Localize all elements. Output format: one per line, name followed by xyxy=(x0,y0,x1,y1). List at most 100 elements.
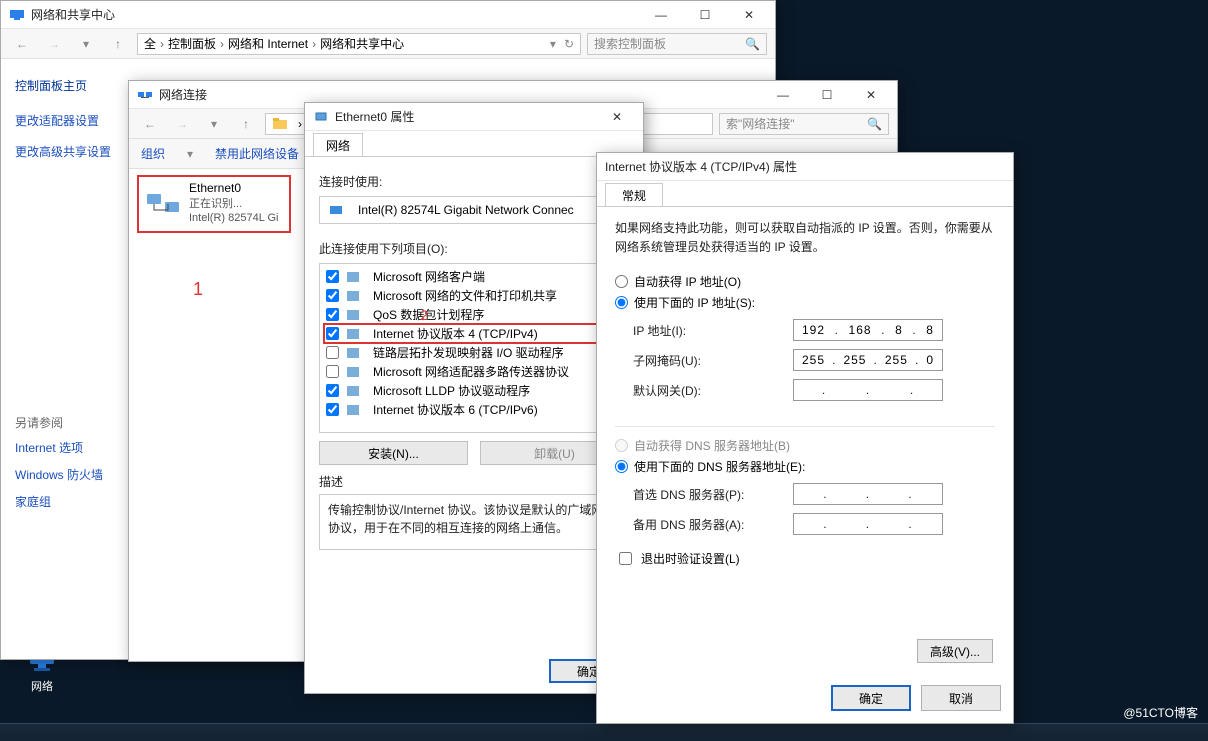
winB-forward-button[interactable]: → xyxy=(169,112,195,136)
winB-search-placeholder: 索"网络连接" xyxy=(726,115,795,132)
description-text: 传输控制协议/Internet 协议。该协议是默认的广域网络协议，用于在不同的相… xyxy=(319,494,629,550)
forward-button[interactable]: → xyxy=(41,32,67,56)
breadcrumb-a[interactable]: 控制面板 xyxy=(168,35,216,52)
component-checkbox[interactable] xyxy=(326,289,339,302)
radio-manual-ip[interactable]: 使用下面的 IP 地址(S): xyxy=(615,294,995,311)
toolbar-organize[interactable]: 组织 xyxy=(141,145,165,162)
winB-maximize-button[interactable]: ☐ xyxy=(805,81,849,109)
dns1-input[interactable]: . . . xyxy=(793,483,943,505)
component-checkbox[interactable] xyxy=(326,384,339,397)
annotation-1: 1 xyxy=(193,279,203,300)
label-dns2: 备用 DNS 服务器(A): xyxy=(633,516,793,533)
winD-title: Internet 协议版本 4 (TCP/IPv4) 属性 xyxy=(605,158,1009,175)
winA-maximize-button[interactable]: ☐ xyxy=(683,1,727,29)
sidebar-header: 控制面板主页 xyxy=(15,77,115,94)
search-control-panel-input[interactable]: 搜索控制面板 🔍 xyxy=(587,33,767,55)
ethernet-icon xyxy=(313,109,329,125)
winB-back-button[interactable]: ← xyxy=(137,112,163,136)
radio-auto-ip-label: 自动获得 IP 地址(O) xyxy=(634,273,741,290)
description-header: 描述 xyxy=(319,473,629,490)
nic-icon xyxy=(328,202,344,218)
protocol-icon xyxy=(345,288,361,304)
component-checkbox[interactable] xyxy=(326,327,339,340)
component-list[interactable]: Microsoft 网络客户端Microsoft 网络的文件和打印机共享QoS … xyxy=(319,263,629,433)
winB-close-button[interactable]: ✕ xyxy=(849,81,893,109)
ip-input[interactable]: 192. 168. 8. 8 xyxy=(793,319,943,341)
network-center-icon xyxy=(9,7,25,23)
install-button[interactable]: 安装(N)... xyxy=(319,441,468,465)
breadcrumb-root[interactable]: 全 xyxy=(144,35,156,52)
up-dir-button[interactable]: ↑ xyxy=(105,32,131,56)
winB-minimize-button[interactable]: ― xyxy=(761,81,805,109)
component-row[interactable]: Microsoft LLDP 协议驱动程序 xyxy=(324,381,624,400)
adapter-ethernet0[interactable]: Ethernet0 正在识别... Intel(R) 82574L Gi xyxy=(137,175,291,233)
protocol-icon xyxy=(345,364,361,380)
component-row[interactable]: Internet 协议版本 6 (TCP/IPv6) xyxy=(324,400,624,419)
label-gateway: 默认网关(D): xyxy=(633,382,793,399)
folder-icon xyxy=(272,116,288,132)
winD-titlebar[interactable]: Internet 协议版本 4 (TCP/IPv4) 属性 xyxy=(597,153,1013,181)
dns2-input[interactable]: . . . xyxy=(793,513,943,535)
winB-up-button[interactable]: ↑ xyxy=(233,112,259,136)
validate-on-exit-input[interactable] xyxy=(619,552,632,565)
search-placeholder: 搜索控制面板 xyxy=(594,35,666,52)
network-connections-icon xyxy=(137,87,153,103)
back-button[interactable]: ← xyxy=(9,32,35,56)
component-checkbox[interactable] xyxy=(326,308,339,321)
taskbar[interactable] xyxy=(0,723,1208,741)
radio-manual-dns-input[interactable] xyxy=(615,460,628,473)
radio-auto-ip[interactable]: 自动获得 IP 地址(O) xyxy=(615,273,995,290)
toolbar-disable-device[interactable]: 禁用此网络设备 xyxy=(215,145,299,162)
winC-titlebar[interactable]: Ethernet0 属性 ✕ xyxy=(305,103,643,131)
advanced-button[interactable]: 高级(V)... xyxy=(917,639,993,663)
sidebar-firewall-link[interactable]: Windows 防火墙 xyxy=(15,466,115,483)
breadcrumb[interactable]: 全› 控制面板› 网络和 Internet› 网络和共享中心 ▾↻ xyxy=(137,33,581,55)
component-checkbox[interactable] xyxy=(326,365,339,378)
label-items: 此连接使用下列项目(O): xyxy=(319,240,629,257)
adapter-status: 正在识别... xyxy=(189,197,278,211)
radio-manual-ip-label: 使用下面的 IP 地址(S): xyxy=(634,294,755,311)
component-label: Microsoft 网络适配器多路传送器协议 xyxy=(373,363,569,380)
radio-manual-dns-label: 使用下面的 DNS 服务器地址(E): xyxy=(634,458,805,475)
mask-input[interactable]: 255. 255. 255. 0 xyxy=(793,349,943,371)
component-label: Internet 协议版本 6 (TCP/IPv6) xyxy=(373,401,538,418)
component-row[interactable]: QoS 数据包计划程序2 xyxy=(324,305,624,324)
radio-manual-ip-input[interactable] xyxy=(615,296,628,309)
tab-general[interactable]: 常规 xyxy=(605,183,663,206)
winC-close-button[interactable]: ✕ xyxy=(595,103,639,131)
breadcrumb-c[interactable]: 网络和共享中心 xyxy=(320,35,404,52)
validate-on-exit-checkbox[interactable]: 退出时验证设置(L) xyxy=(615,549,995,568)
radio-auto-ip-input[interactable] xyxy=(615,275,628,288)
annotation-2: 2 xyxy=(420,307,428,323)
label-dns1: 首选 DNS 服务器(P): xyxy=(633,486,793,503)
winA-minimize-button[interactable]: ― xyxy=(639,1,683,29)
winD-ok-button[interactable]: 确定 xyxy=(831,685,911,711)
component-row[interactable]: 链路层拓扑发现映射器 I/O 驱动程序 xyxy=(324,343,624,362)
sidebar-internet-options-link[interactable]: Internet 选项 xyxy=(15,439,115,456)
protocol-icon xyxy=(345,326,361,342)
sidebar-advanced-sharing-link[interactable]: 更改高级共享设置 xyxy=(15,143,115,160)
search-icon: 🔍 xyxy=(867,117,882,131)
component-row[interactable]: Microsoft 网络适配器多路传送器协议 xyxy=(324,362,624,381)
radio-manual-dns[interactable]: 使用下面的 DNS 服务器地址(E): xyxy=(615,458,995,475)
component-label: Microsoft 网络客户端 xyxy=(373,268,485,285)
winB-history-button[interactable]: ▾ xyxy=(201,112,227,136)
breadcrumb-b[interactable]: 网络和 Internet xyxy=(228,35,308,52)
component-checkbox[interactable] xyxy=(326,270,339,283)
winD-cancel-button[interactable]: 取消 xyxy=(921,685,1001,711)
component-row[interactable]: Internet 协议版本 4 (TCP/IPv4) xyxy=(323,323,625,344)
sidebar-homegroup-link[interactable]: 家庭组 xyxy=(15,493,115,510)
winB-search-input[interactable]: 索"网络连接" 🔍 xyxy=(719,113,889,135)
tab-network[interactable]: 网络 xyxy=(313,133,363,156)
connect-using-box[interactable]: Intel(R) 82574L Gigabit Network Connec xyxy=(319,196,629,224)
component-checkbox[interactable] xyxy=(326,403,339,416)
component-row[interactable]: Microsoft 网络客户端 xyxy=(324,267,624,286)
up-button[interactable]: ▾ xyxy=(73,32,99,56)
component-row[interactable]: Microsoft 网络的文件和打印机共享 xyxy=(324,286,624,305)
winA-titlebar[interactable]: 网络和共享中心 ― ☐ ✕ xyxy=(1,1,775,29)
ipv4-intro-text: 如果网络支持此功能，则可以获取自动指派的 IP 设置。否则，你需要从网络系统管理… xyxy=(615,219,995,257)
winA-close-button[interactable]: ✕ xyxy=(727,1,771,29)
gateway-input[interactable]: . . . xyxy=(793,379,943,401)
sidebar-change-adapter-link[interactable]: 更改适配器设置 xyxy=(15,112,115,129)
component-checkbox[interactable] xyxy=(326,346,339,359)
